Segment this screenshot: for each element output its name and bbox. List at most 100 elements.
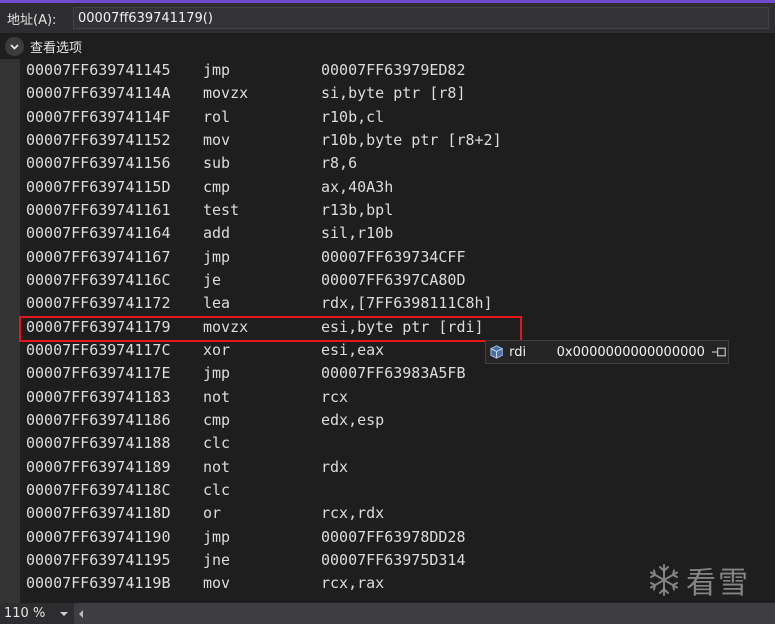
pin-icon[interactable] — [711, 345, 728, 359]
instruction-mnemonic: not — [203, 457, 231, 476]
instruction-address: 00007FF639741167 — [26, 247, 171, 266]
disassembly-line[interactable]: 00007FF63974115D cmp ax,40A3h — [20, 176, 775, 199]
instruction-address: 00007FF639741152 — [26, 130, 171, 149]
instruction-operands: 00007FF63975D314 — [321, 550, 466, 569]
kanxue-watermark: 看雪 — [646, 558, 750, 602]
view-options-bar: 查看选项 — [0, 33, 775, 59]
instruction-operands: 00007FF639734CFF — [321, 247, 466, 266]
instruction-operands: sil,r10b — [321, 224, 394, 243]
instruction-mnemonic: cmp — [203, 410, 231, 429]
instruction-operands: r8,6 — [321, 154, 358, 173]
instruction-operands: 00007FF6397CA80D — [321, 270, 466, 289]
dropdown-arrow-icon — [60, 611, 68, 616]
disassembly-line[interactable]: 00007FF639741164 add sil,r10b — [20, 222, 775, 245]
disassembly-line[interactable]: 00007FF639741190 jmp 00007FF63978DD28 — [20, 526, 775, 549]
instruction-address: 00007FF639741195 — [26, 550, 171, 569]
instruction-address: 00007FF63974114A — [26, 84, 171, 103]
instruction-operands: si,byte ptr [r8] — [321, 84, 466, 103]
disassembly-line[interactable]: 00007FF639741161 test r13b,bpl — [20, 199, 775, 222]
register-datatip: rdi 0x0000000000000000 — [485, 340, 729, 364]
disassembly-line[interactable]: 00007FF639741152 mov r10b,byte ptr [r8+2] — [20, 129, 775, 152]
instruction-address: 00007FF639741179 — [26, 317, 171, 336]
disassembly-line[interactable]: 00007FF639741156 sub r8,6 — [20, 152, 775, 175]
status-bar: 110 % — [0, 603, 775, 624]
instruction-mnemonic: jne — [203, 550, 231, 569]
instruction-mnemonic: mov — [203, 574, 231, 593]
instruction-mnemonic: add — [203, 224, 231, 243]
address-bar: 地址(A): — [0, 3, 775, 33]
disassembly-code-area: 00007FF639741145 jmp 00007FF63979ED82 00007… — [20, 59, 775, 603]
disassembly-line[interactable]: 00007FF639741188 clc — [20, 432, 775, 455]
instruction-address: 00007FF63974114F — [26, 107, 171, 126]
instruction-mnemonic: xor — [203, 340, 231, 359]
instruction-address: 00007FF63974119B — [26, 574, 171, 593]
instruction-mnemonic: mov — [203, 130, 231, 149]
instruction-mnemonic: jmp — [203, 527, 231, 546]
instruction-address: 00007FF63974116C — [26, 270, 171, 289]
disassembly-line[interactable]: 00007FF63974114A movzx si,byte ptr [r8] — [20, 82, 775, 105]
address-input[interactable] — [73, 7, 769, 29]
instruction-mnemonic: movzx — [203, 317, 249, 336]
instruction-address: 00007FF639741189 — [26, 457, 171, 476]
instruction-mnemonic: jmp — [203, 61, 231, 79]
instruction-operands: r10b,cl — [321, 107, 385, 126]
instruction-mnemonic: clc — [203, 480, 231, 499]
instruction-operands: 00007FF63978DD28 — [321, 527, 466, 546]
instruction-operands: rcx,rax — [321, 574, 385, 593]
disassembly-line[interactable]: 00007FF63974118D or rcx,rdx — [20, 502, 775, 525]
datatip-register-name: rdi — [509, 344, 527, 360]
instruction-operands: rdx — [321, 457, 349, 476]
view-options-label: 查看选项 — [30, 40, 83, 56]
view-options-toggle[interactable] — [5, 36, 24, 56]
instruction-operands: rcx — [321, 387, 349, 406]
disassembly-line[interactable]: 00007FF639741189 not rdx — [20, 456, 775, 479]
instruction-mnemonic: jmp — [203, 364, 231, 383]
instruction-operands: 00007FF63983A5FB — [321, 364, 466, 383]
disassembly-line[interactable]: 00007FF639741145 jmp 00007FF63979ED82 — [20, 59, 775, 82]
instruction-address: 00007FF639741161 — [26, 200, 171, 219]
instruction-operands: esi,eax — [321, 340, 385, 359]
instruction-operands: edx,esp — [321, 410, 385, 429]
disassembly-line[interactable]: 00007FF639741183 not rcx — [20, 386, 775, 409]
zoom-level: 110 % — [4, 606, 46, 621]
datatip-register-value[interactable]: 0x0000000000000000 — [557, 345, 705, 360]
scroll-left-button[interactable] — [74, 603, 88, 624]
instruction-mnemonic: jmp — [203, 247, 231, 266]
disassembly-line[interactable]: 00007FF63974117E jmp 00007FF63983A5FB — [20, 362, 775, 385]
instruction-address: 00007FF63974118D — [26, 504, 171, 523]
instruction-mnemonic: cmp — [203, 177, 231, 196]
instruction-address: 00007FF639741188 — [26, 434, 171, 453]
instruction-address: 00007FF63974117E — [26, 364, 171, 383]
address-label: 地址(A): — [7, 12, 57, 28]
instruction-address: 00007FF63974115D — [26, 177, 171, 196]
instruction-mnemonic: test — [203, 200, 240, 219]
instruction-address: 00007FF63974117C — [26, 340, 171, 359]
scroll-left-arrow-icon — [79, 609, 83, 618]
breakpoint-gutter[interactable] — [0, 59, 20, 603]
snowflake-icon — [650, 564, 678, 596]
disassembly-line[interactable]: 00007FF639741172 lea rdx,[7FF6398111C8h] — [20, 292, 775, 315]
disassembly-window: 地址(A): 查看选项 00007FF639741145jmp00007FF63… — [0, 0, 775, 624]
instruction-operands: r10b,byte ptr [r8+2] — [321, 130, 502, 149]
instruction-address: 00007FF639741156 — [26, 154, 171, 173]
instruction-operands: rdx,[7FF6398111C8h] — [321, 294, 493, 313]
disassembly-line[interactable]: 00007FF63974118C clc — [20, 479, 775, 502]
instruction-operands: 00007FF63979ED82 — [321, 61, 466, 79]
horizontal-scrollbar[interactable] — [74, 603, 775, 624]
instruction-operands: ax,40A3h — [321, 177, 394, 196]
zoom-dropdown[interactable]: 110 % — [0, 603, 74, 624]
disassembly-line[interactable]: 00007FF639741186 cmp edx,esp — [20, 409, 775, 432]
chevron-down-icon — [10, 43, 19, 50]
instruction-mnemonic: rol — [203, 107, 231, 126]
instruction-mnemonic: or — [203, 504, 222, 523]
instruction-operands: rcx,rdx — [321, 504, 385, 523]
watermark-text: 看雪 — [686, 566, 750, 601]
disassembly-line[interactable]: 00007FF63974114F rol r10b,cl — [20, 106, 775, 129]
disassembly-line[interactable]: 00007FF639741167 jmp 00007FF639734CFF — [20, 246, 775, 269]
instruction-address: 00007FF639741164 — [26, 224, 171, 243]
disassembly-line[interactable]: 00007FF63974116C je 00007FF6397CA80D — [20, 269, 775, 292]
disassembly-line[interactable]: 00007FF639741179 movzx esi,byte ptr [rdi] — [20, 316, 775, 339]
instruction-address: 00007FF639741145 — [26, 61, 171, 79]
instruction-mnemonic: lea — [203, 294, 231, 313]
instruction-mnemonic: je — [203, 270, 222, 289]
